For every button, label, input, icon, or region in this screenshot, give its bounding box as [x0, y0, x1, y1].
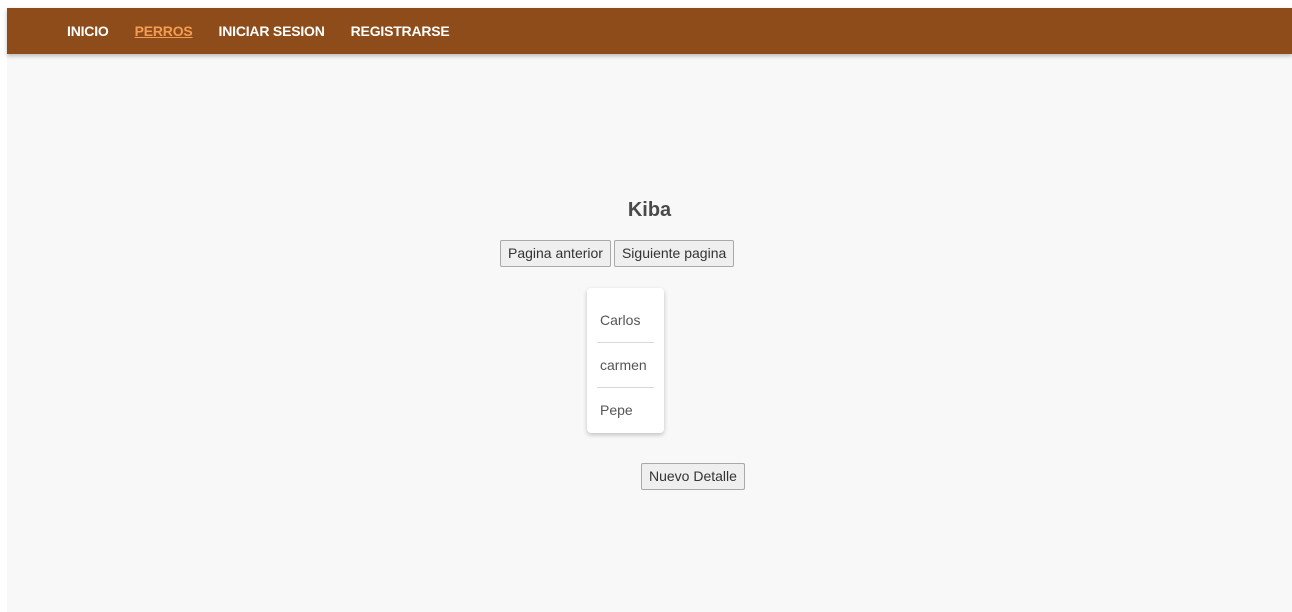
- new-detail-button[interactable]: Nuevo Detalle: [641, 463, 745, 490]
- nav-link-iniciar-sesion[interactable]: INICIAR SESION: [219, 23, 325, 39]
- dog-name-title: Kiba: [627, 199, 672, 221]
- owners-list-card: Carlos carmen Pepe: [587, 288, 664, 433]
- nav-link-inicio[interactable]: INICIO: [67, 23, 109, 39]
- nav-link-perros[interactable]: PERROS: [135, 23, 193, 39]
- owner-list-item[interactable]: Pepe: [597, 388, 654, 432]
- top-navbar: INICIO PERROS INICIAR SESION REGISTRARSE: [7, 8, 1292, 54]
- page: INICIO PERROS INICIAR SESION REGISTRARSE…: [7, 8, 1292, 612]
- previous-page-button[interactable]: Pagina anterior: [500, 240, 611, 267]
- nav-links: INICIO PERROS INICIAR SESION REGISTRARSE: [67, 8, 476, 54]
- owner-list-item[interactable]: Carlos: [597, 298, 654, 343]
- pagination-controls: Pagina anterior Siguiente pagina: [500, 240, 735, 267]
- next-page-button[interactable]: Siguiente pagina: [613, 240, 735, 267]
- owner-list-item[interactable]: carmen: [597, 343, 654, 388]
- nav-link-registrarse[interactable]: REGISTRARSE: [351, 23, 450, 39]
